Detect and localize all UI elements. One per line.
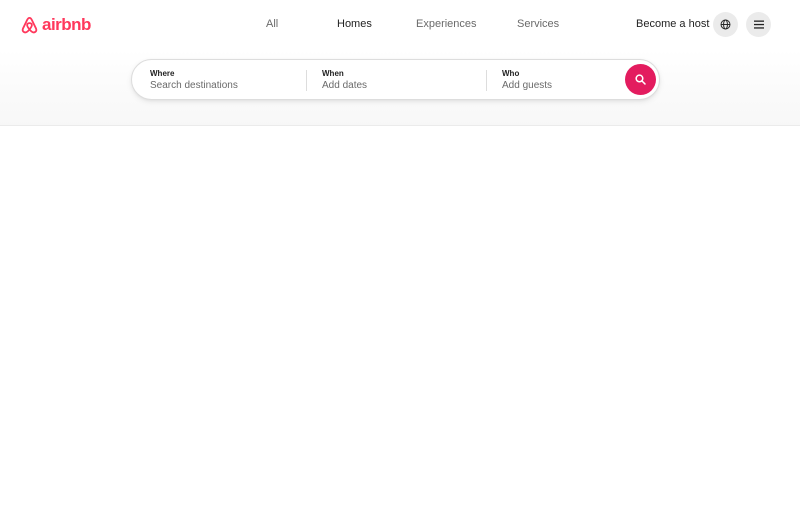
where-label: Where	[150, 69, 175, 78]
who-field[interactable]: Who	[487, 60, 622, 99]
who-input[interactable]	[502, 80, 612, 91]
tab-homes[interactable]: Homes	[337, 18, 372, 30]
when-input[interactable]	[322, 80, 462, 91]
tab-services[interactable]: Services	[517, 18, 559, 30]
globe-icon	[720, 19, 731, 30]
where-field[interactable]: Where	[132, 60, 307, 99]
become-a-host-link[interactable]: Become a host	[636, 18, 709, 30]
who-label: Who	[502, 69, 520, 78]
search-icon	[635, 74, 646, 85]
where-input[interactable]	[150, 80, 290, 91]
when-label: When	[322, 69, 344, 78]
search-button[interactable]	[625, 64, 656, 95]
header: airbnb All Homes Experiences Services Be…	[0, 0, 800, 126]
tab-experiences[interactable]: Experiences	[416, 18, 477, 30]
tab-all[interactable]: All	[266, 18, 278, 30]
search-bar: Where When Who	[131, 59, 660, 100]
when-field[interactable]: When	[307, 60, 487, 99]
hamburger-menu-icon	[753, 20, 764, 29]
language-button[interactable]	[713, 12, 738, 37]
menu-button[interactable]	[746, 12, 771, 37]
